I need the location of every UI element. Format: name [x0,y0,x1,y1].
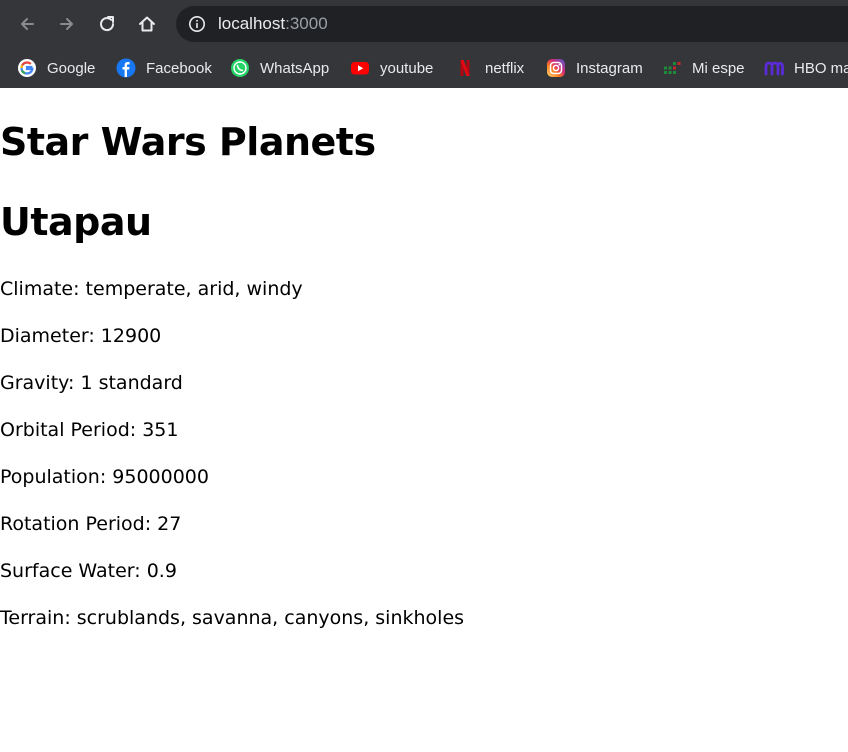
page-content: Star Wars Planets Utapau Climate: temper… [0,88,848,752]
facebook-icon [116,58,136,78]
bookmark-label: WhatsApp [260,59,330,77]
url-text[interactable]: localhost:3000 [218,14,328,34]
address-bar[interactable]: localhost:3000 [176,6,848,42]
mi-espe-icon [662,58,682,78]
bookmark-label: youtube [380,59,434,77]
planet-diameter: Diameter: 12900 [0,325,162,347]
url-host: localhost [218,14,286,33]
planet-name: Utapau [0,200,152,244]
bookmark-label: HBO ma [794,59,848,77]
bookmark-facebook[interactable]: Facebook [116,54,212,82]
site-info-icon[interactable] [188,15,206,33]
bookmark-mi-espe[interactable]: Mi espe [662,54,745,82]
bookmarks-bar: Google Facebook WhatsApp youtube netflix… [0,48,848,88]
bookmark-google[interactable]: Google [17,54,95,82]
browser-toolbar: localhost:3000 [0,0,848,48]
planet-surface-water: Surface Water: 0.9 [0,560,177,582]
netflix-icon [455,58,475,78]
bookmark-instagram[interactable]: Instagram [546,54,643,82]
bookmark-hbo-max[interactable]: HBO ma [764,54,848,82]
bookmark-label: Instagram [576,59,643,77]
bookmark-label: Google [47,59,96,77]
google-icon [17,58,37,78]
url-port: :3000 [285,14,328,33]
planet-population: Population: 95000000 [0,466,209,488]
bookmark-label: netflix [485,59,525,77]
reload-icon [100,16,115,32]
bookmark-whatsapp[interactable]: WhatsApp [230,54,329,82]
bookmark-label: Mi espe [692,59,745,77]
planet-climate: Climate: temperate, arid, windy [0,278,303,300]
bookmark-youtube[interactable]: youtube [350,54,433,82]
planet-gravity: Gravity: 1 standard [0,372,183,394]
browser-chrome: localhost:3000 Google Facebook WhatsApp … [0,0,848,88]
home-button[interactable] [133,10,161,38]
home-icon [139,16,155,32]
back-arrow-icon [21,18,34,30]
whatsapp-icon [230,58,250,78]
bookmark-netflix[interactable]: netflix [455,54,524,82]
planet-rotation-period: Rotation Period: 27 [0,513,182,535]
hbo-max-icon [764,58,784,78]
forward-arrow-icon [60,18,73,30]
back-button[interactable] [13,10,41,38]
youtube-icon [350,58,370,78]
page-title: Star Wars Planets [0,120,376,164]
forward-button[interactable] [53,10,81,38]
planet-orbital-period: Orbital Period: 351 [0,419,179,441]
bookmark-label: Facebook [146,59,212,77]
planet-terrain: Terrain: scrublands, savanna, canyons, s… [0,607,465,629]
reload-button[interactable] [93,10,121,38]
instagram-icon [546,58,566,78]
